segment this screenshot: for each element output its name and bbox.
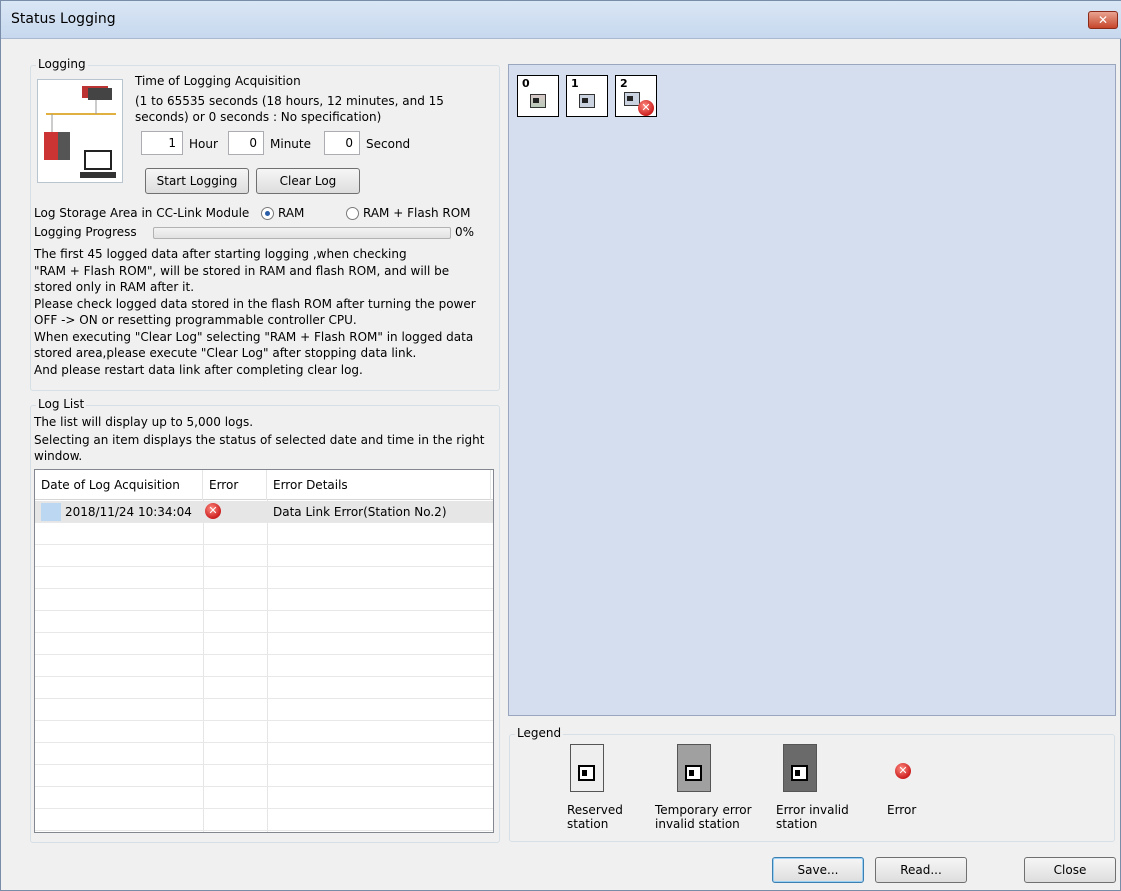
legend-error-invalid-label: Error invalid station xyxy=(776,803,849,831)
second-label: Second xyxy=(366,137,411,151)
table-row-empty xyxy=(35,589,493,611)
row-details: Data Link Error(Station No.2) xyxy=(273,505,447,519)
log-list-info-1: The list will display up to 5,000 logs. xyxy=(34,415,254,429)
ram-radio[interactable] xyxy=(261,207,274,220)
table-row-empty xyxy=(35,655,493,677)
progress-percent: 0% xyxy=(455,225,475,239)
read-button[interactable]: Read... xyxy=(875,857,967,883)
note-line: OFF -> ON or resetting programmable cont… xyxy=(34,313,357,327)
log-table[interactable]: Date of Log Acquisition Error Error Deta… xyxy=(34,469,494,833)
row-date: 2018/11/24 10:34:04 xyxy=(65,505,192,519)
table-row-empty xyxy=(35,787,493,809)
start-logging-button[interactable]: Start Logging xyxy=(145,168,249,194)
reserved-station-icon xyxy=(570,744,604,792)
station-status-area[interactable]: 0 1 2 ✕ xyxy=(508,64,1116,716)
log-list-info-3: window. xyxy=(34,449,83,463)
clear-log-button[interactable]: Clear Log xyxy=(256,168,360,194)
station-number: 2 xyxy=(620,77,628,90)
station-icon xyxy=(530,94,546,108)
station-icon xyxy=(624,92,640,106)
title-bar: Status Logging ✕ xyxy=(1,1,1121,39)
station-error-icon: ✕ xyxy=(638,100,654,116)
log-list-group-label: Log List xyxy=(36,397,87,411)
legend-label-line: Reserved xyxy=(567,803,623,817)
note-line: When executing "Clear Log" selecting "RA… xyxy=(34,329,474,344)
table-row-empty xyxy=(35,809,493,831)
time-label: Time of Logging Acquisition xyxy=(135,74,301,88)
ram-flash-radio-label: RAM + Flash ROM xyxy=(363,206,471,220)
log-list-info-2: Selecting an item displays the status of… xyxy=(34,433,485,447)
station-number: 1 xyxy=(571,77,579,90)
station-number: 0 xyxy=(522,77,530,90)
hour-input[interactable]: 1 xyxy=(141,131,183,155)
legend-error-icon: ✕ xyxy=(895,763,911,779)
table-row-empty xyxy=(35,699,493,721)
ram-flash-radio[interactable] xyxy=(346,207,359,220)
table-row-empty xyxy=(35,545,493,567)
col-date-header[interactable]: Date of Log Acquisition xyxy=(35,470,203,500)
note-line: stored area,please execute "Clear Log" a… xyxy=(34,346,417,360)
legend-label-line: station xyxy=(776,817,818,831)
window-title: Status Logging xyxy=(11,11,116,27)
error-invalid-station-icon xyxy=(783,744,817,792)
station-0[interactable]: 0 xyxy=(517,75,559,117)
legend-temporary-label: Temporary error invalid station xyxy=(655,803,752,831)
station-1[interactable]: 1 xyxy=(566,75,608,117)
range-line-1: (1 to 65535 seconds (18 hours, 12 minute… xyxy=(135,94,444,108)
minute-label: Minute xyxy=(270,137,311,151)
table-row-empty xyxy=(35,743,493,765)
logging-progress-bar xyxy=(153,227,451,239)
legend-reserved-label: Reserved station xyxy=(567,803,623,831)
col-details-header[interactable]: Error Details xyxy=(267,470,491,500)
legend-label-line: invalid station xyxy=(655,817,740,831)
table-row-empty xyxy=(35,677,493,699)
table-row-empty xyxy=(35,523,493,545)
range-line-2: seconds) or 0 seconds : No specification… xyxy=(135,110,382,124)
network-illustration-icon xyxy=(37,79,123,183)
table-row[interactable]: 2018/11/24 10:34:04 ✕ Data Link Error(St… xyxy=(35,501,493,523)
second-input[interactable]: 0 xyxy=(324,131,360,155)
progress-label: Logging Progress xyxy=(34,225,137,239)
temporary-error-station-icon xyxy=(677,744,711,792)
save-button[interactable]: Save... xyxy=(772,857,864,883)
col-error-header[interactable]: Error xyxy=(203,470,267,500)
legend-label-line: station xyxy=(567,817,609,831)
station-2[interactable]: 2 ✕ xyxy=(615,75,657,117)
minute-input[interactable]: 0 xyxy=(228,131,264,155)
hour-label: Hour xyxy=(189,137,218,151)
logging-notes: The first 45 logged data after starting … xyxy=(34,246,476,378)
note-line: The first 45 logged data after starting … xyxy=(34,247,407,261)
ram-radio-label: RAM xyxy=(278,206,305,220)
legend-error-label: Error xyxy=(887,803,917,817)
storage-label: Log Storage Area in CC-Link Module xyxy=(34,206,250,220)
table-row-empty xyxy=(35,611,493,633)
legend-label-line: Temporary error xyxy=(655,803,752,817)
legend-label-line: Error invalid xyxy=(776,803,849,817)
close-icon[interactable]: ✕ xyxy=(1088,11,1118,29)
legend-group-label: Legend xyxy=(515,726,564,740)
note-line: "RAM + Flash ROM", will be stored in RAM… xyxy=(34,263,450,278)
table-row-empty xyxy=(35,633,493,655)
table-row-empty xyxy=(35,765,493,787)
note-line: Please check logged data stored in the f… xyxy=(34,296,476,311)
row-selector xyxy=(41,503,61,521)
logging-group-label: Logging xyxy=(36,57,88,71)
station-icon xyxy=(579,94,595,108)
table-header: Date of Log Acquisition Error Error Deta… xyxy=(35,470,493,500)
table-row-empty xyxy=(35,721,493,743)
error-icon: ✕ xyxy=(205,503,221,519)
status-logging-dialog: Status Logging ✕ Logging Time of Logging… xyxy=(0,0,1121,891)
table-row-empty xyxy=(35,567,493,589)
close-button[interactable]: Close xyxy=(1024,857,1116,883)
note-line: stored only in RAM after it. xyxy=(34,280,195,294)
note-line: And please restart data link after compl… xyxy=(34,362,363,377)
